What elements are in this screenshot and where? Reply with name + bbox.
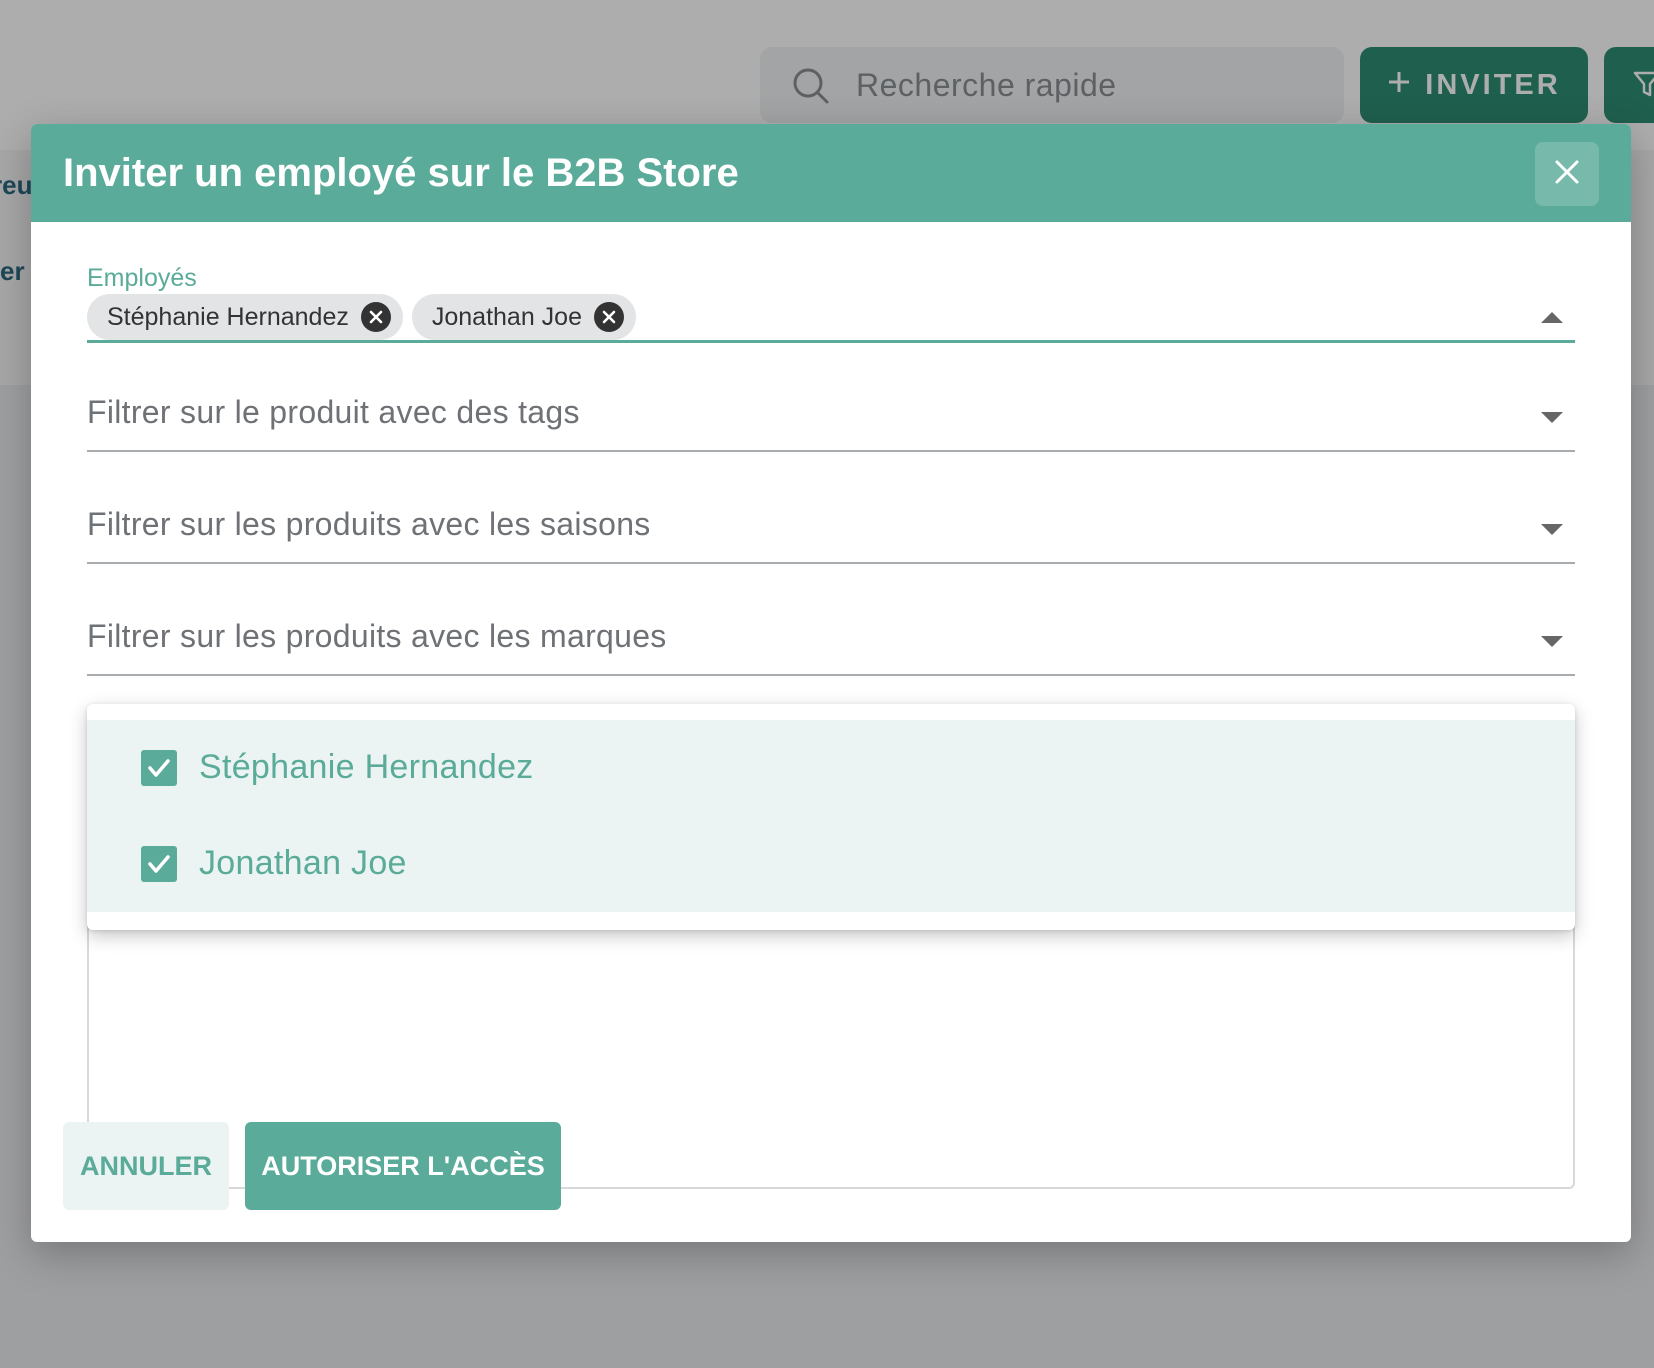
employees-dropdown-menu: Stéphanie Hernandez Jonathan Joe	[87, 704, 1575, 930]
seasons-select[interactable]: Filtrer sur les produits avec les saison…	[87, 506, 1575, 576]
caret-down-icon[interactable]	[1541, 524, 1563, 535]
brands-select[interactable]: Filtrer sur les produits avec les marque…	[87, 618, 1575, 688]
caret-up-icon[interactable]	[1541, 312, 1563, 323]
employees-chips: Stéphanie Hernandez Jonathan Joe	[87, 294, 636, 340]
chip-remove-icon[interactable]	[360, 302, 391, 332]
dialog-title: Inviter un employé sur le B2B Store	[63, 151, 739, 195]
employees-underline	[87, 340, 1575, 343]
invite-employee-dialog: Inviter un employé sur le B2B Store Empl…	[31, 124, 1631, 1242]
close-button[interactable]	[1535, 142, 1599, 206]
caret-down-icon[interactable]	[1541, 636, 1563, 647]
employee-chip[interactable]: Jonathan Joe	[411, 294, 636, 340]
dropdown-option[interactable]: Jonathan Joe	[87, 816, 1575, 912]
cancel-button[interactable]: ANNULER	[63, 1122, 229, 1210]
checkbox-checked-icon[interactable]	[141, 846, 177, 882]
tags-select-placeholder: Filtrer sur le produit avec des tags	[87, 394, 580, 430]
dropdown-options: Stéphanie Hernandez Jonathan Joe	[87, 720, 1575, 912]
chip-label: Jonathan Joe	[431, 302, 582, 331]
tags-underline	[87, 450, 1575, 452]
seasons-select-placeholder: Filtrer sur les produits avec les saison…	[87, 506, 651, 542]
caret-down-icon[interactable]	[1541, 412, 1563, 423]
chip-remove-icon[interactable]	[593, 302, 624, 332]
authorize-access-button[interactable]: AUTORISER L'ACCÈS	[245, 1122, 561, 1210]
tags-select[interactable]: Filtrer sur le produit avec des tags	[87, 394, 1575, 464]
dropdown-option-label: Stéphanie Hernandez	[199, 748, 534, 786]
dialog-header: Inviter un employé sur le B2B Store	[31, 124, 1631, 222]
chip-label: Stéphanie Hernandez	[107, 302, 349, 331]
brands-underline	[87, 674, 1575, 676]
dropdown-option[interactable]: Stéphanie Hernandez	[87, 720, 1575, 816]
employee-chip[interactable]: Stéphanie Hernandez	[87, 294, 403, 340]
employees-label: Employés	[87, 264, 197, 292]
brands-select-placeholder: Filtrer sur les produits avec les marque…	[87, 618, 667, 654]
checkbox-checked-icon[interactable]	[141, 750, 177, 786]
close-icon	[1553, 158, 1581, 191]
seasons-underline	[87, 562, 1575, 564]
employees-select[interactable]: Employés Stéphanie Hernandez Jonathan Jo…	[87, 264, 1575, 368]
dropdown-option-label: Jonathan Joe	[199, 844, 407, 882]
